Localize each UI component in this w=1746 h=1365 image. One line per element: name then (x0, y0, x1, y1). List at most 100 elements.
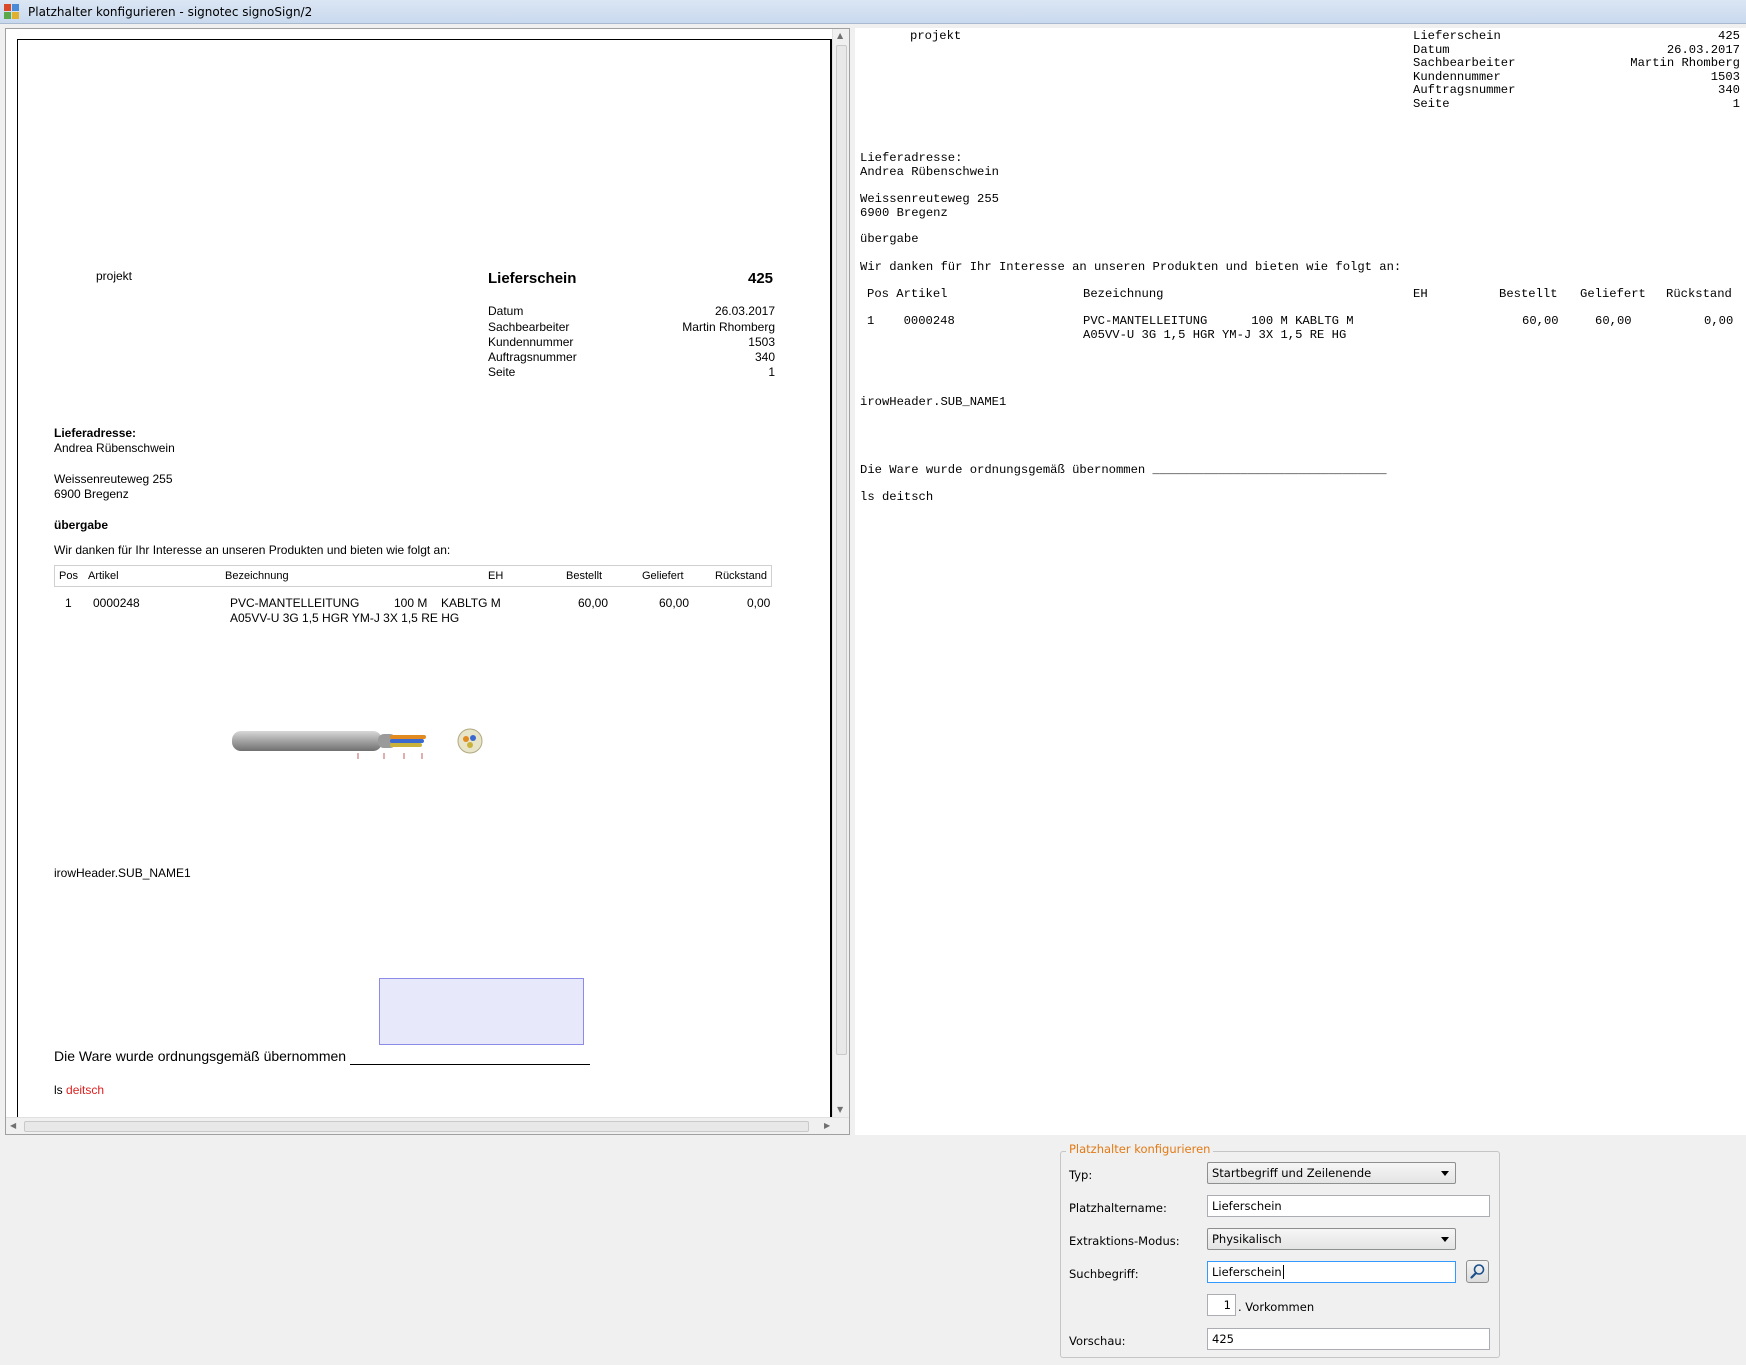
doc-meta-label: Sachbearbeiter (488, 320, 570, 334)
preview-label: Vorschau: (1069, 1334, 1126, 1348)
placeholder-name-input[interactable]: Lieferschein (1207, 1195, 1490, 1217)
col-rueckstand: Rückstand (715, 570, 767, 582)
txt-meta-value: 340 (1718, 83, 1740, 97)
txt-meta-label: Kundennummer (1413, 69, 1501, 84)
txt-meta-value: 26.03.2017 (1666, 42, 1740, 57)
txt-row-bez1: PVC-MANTELLEITUNG 100 M KABLTG M (1083, 314, 1354, 328)
doc-meta-label: Datum (488, 304, 524, 318)
search-label: Suchbegriff: (1069, 1267, 1139, 1281)
txt-meta-label: Auftragsnummer (1413, 83, 1516, 97)
txt-row-pos: 1 0000248 (867, 314, 955, 328)
txt-address-label: Lieferadresse: (860, 151, 963, 165)
txt-col-bestellt: Bestellt (1499, 287, 1558, 301)
extraction-mode-value: Physikalisch (1212, 1232, 1282, 1246)
magnifier-icon (1470, 1264, 1485, 1279)
txt-meta-value: Martin Rhomberg (1630, 56, 1740, 70)
doc-meta-label: Seite (488, 365, 516, 379)
chevron-down-icon (1441, 1171, 1449, 1176)
horizontal-scrollbar[interactable]: ◀ ▶ (6, 1117, 849, 1134)
doc-meta-value: 1 (768, 365, 775, 379)
row-bez1: PVC-MANTELLEITUNG (230, 596, 360, 610)
row-qty: 100 M (394, 596, 428, 610)
search-button[interactable] (1466, 1260, 1489, 1283)
title-bar: Platzhalter konfigurieren - signotec sig… (0, 0, 1746, 24)
col-bezeichnung: Bezeichnung (225, 570, 289, 582)
doc-intro: Wir danken für Ihr Interesse an unseren … (54, 543, 451, 557)
config-group-title: Platzhalter konfigurieren (1066, 1142, 1214, 1156)
doc-project: projekt (96, 269, 133, 283)
doc-sub-name: irowHeader.SUB_NAME1 (54, 866, 191, 880)
vertical-scrollbar[interactable]: ▲ ▼ (832, 29, 849, 1119)
doc-address-label: Lieferadresse: (54, 426, 137, 440)
row-geliefert: 60,00 (659, 596, 690, 610)
txt-meta-label: Sachbearbeiter (1413, 56, 1516, 70)
col-geliefert: Geliefert (642, 570, 684, 582)
occurrence-input[interactable]: 1 (1207, 1294, 1236, 1316)
txt-meta-label: Datum (1413, 42, 1450, 57)
txt-intro: Wir danken für Ihr Interesse an unseren … (860, 260, 1402, 274)
search-term-value: Lieferschein (1212, 1265, 1282, 1279)
occurrence-label: . Vorkommen (1238, 1300, 1315, 1314)
txt-address-name: Andrea Rübenschwein (860, 165, 999, 179)
scroll-down-icon[interactable]: ▼ (837, 1105, 843, 1114)
txt-address-street: Weissenreuteweg 255 (860, 192, 999, 206)
txt-row-geliefert: 60,00 (1595, 314, 1632, 328)
typ-select[interactable]: Startbegriff und Zeilenende (1207, 1162, 1456, 1184)
row-unit: KABLTG M (441, 596, 501, 610)
txt-meta-label: Lieferschein (1413, 29, 1501, 43)
scroll-right-icon[interactable]: ▶ (824, 1121, 830, 1130)
txt-meta-value: 1 (1732, 96, 1740, 111)
search-term-input[interactable]: Lieferschein (1207, 1261, 1456, 1283)
txt-row-bestellt: 60,00 (1522, 314, 1559, 328)
col-bestellt: Bestellt (566, 570, 603, 582)
doc-address-city: 6900 Bregenz (54, 487, 129, 501)
doc-table-header: Pos Artikel Bezeichnung EH Bestellt Geli… (54, 565, 772, 587)
doc-meta-value: 26.03.2017 (714, 304, 775, 318)
doc-address-street: Weissenreuteweg 255 (54, 472, 173, 486)
signature-field[interactable] (379, 978, 584, 1045)
txt-col-pos-artikel: Pos Artikel (867, 287, 948, 301)
scroll-left-icon[interactable]: ◀ (10, 1121, 16, 1130)
txt-sub-name: irowHeader.SUB_NAME1 (860, 395, 1007, 409)
row-artikel: 0000248 (93, 596, 140, 610)
signature-line (350, 1064, 590, 1065)
typ-label: Typ: (1069, 1168, 1093, 1182)
doc-footer: ls deitsch (54, 1083, 104, 1097)
col-pos: Pos (59, 570, 78, 582)
doc-address-name: Andrea Rübenschwein (54, 441, 175, 455)
txt-row-rueckstand: 0,00 (1704, 314, 1734, 328)
doc-heading: Lieferschein (488, 270, 577, 287)
doc-confirm-text: Die Ware wurde ordnungsgemäß übernommen (54, 1048, 347, 1064)
txt-footer: ls deitsch (860, 490, 934, 504)
document-view[interactable]: projekt Lieferschein 425 Datum 26.03.201… (5, 28, 850, 1135)
horizontal-scroll-thumb[interactable] (24, 1121, 809, 1132)
doc-footer-prefix: ls (54, 1083, 63, 1097)
txt-meta-value: 1503 (1710, 69, 1740, 84)
txt-col-geliefert: Geliefert (1580, 287, 1646, 301)
txt-col-eh: EH (1413, 287, 1428, 301)
doc-footer-red: deitsch (66, 1083, 105, 1097)
doc-meta-value: Martin Rhomberg (682, 320, 775, 334)
row-bestellt: 60,00 (578, 596, 609, 610)
doc-meta-value: 340 (754, 350, 775, 364)
vertical-scroll-thumb[interactable] (836, 45, 847, 1055)
txt-address-city: 6900 Bregenz (860, 205, 948, 220)
chevron-down-icon (1441, 1237, 1449, 1242)
typ-select-value: Startbegriff und Zeilenende (1212, 1166, 1372, 1180)
window-title: Platzhalter konfigurieren - signotec sig… (28, 4, 313, 19)
cable-product-image (232, 728, 483, 759)
txt-meta-label: Seite (1413, 96, 1450, 111)
txt-section: übergabe (860, 232, 919, 246)
text-caret (1282, 1265, 1284, 1279)
txt-col-rueckstand: Rückstand (1666, 287, 1732, 301)
text-preview-pane[interactable]: projekt Lieferschein 425 Datum 26.03.201… (855, 28, 1746, 1135)
doc-meta-label: Kundennummer (488, 335, 574, 349)
row-rueckstand: 0,00 (747, 596, 771, 610)
doc-heading-number: 425 (748, 270, 774, 287)
document-page: projekt Lieferschein 425 Datum 26.03.201… (17, 39, 832, 1119)
doc-meta-value: 1503 (748, 335, 775, 349)
scroll-up-icon[interactable]: ▲ (837, 31, 843, 40)
row-bez2: A05VV-U 3G 1,5 HGR YM-J 3X 1,5 RE HG (230, 611, 460, 625)
txt-meta-value: 425 (1718, 29, 1740, 43)
extraction-mode-select[interactable]: Physikalisch (1207, 1228, 1456, 1250)
